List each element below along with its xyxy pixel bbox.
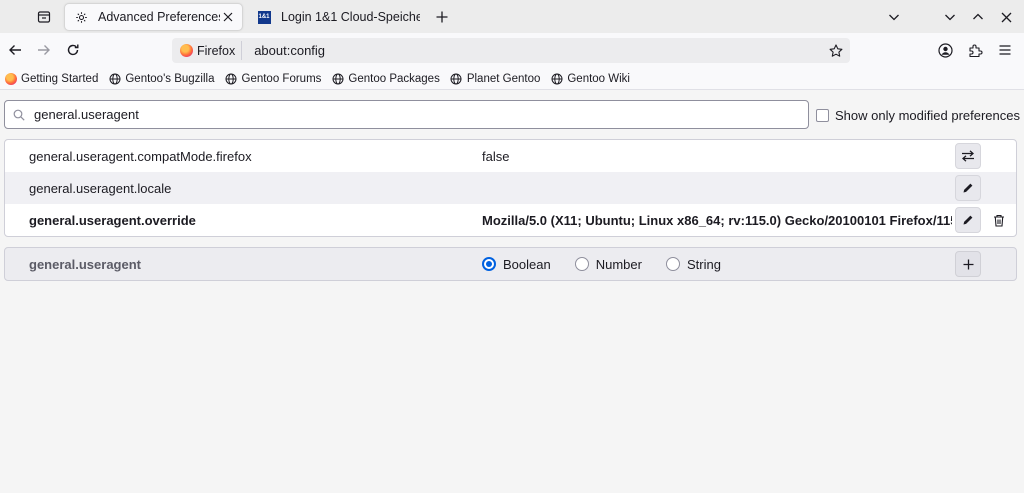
pref-name: general.useragent.compatMode.firefox (29, 148, 252, 164)
bookmark-gentoo-packages[interactable]: Gentoo Packages (331, 69, 440, 89)
tab-strip: Advanced Preferences 1&1 Login 1&1 Cloud… (0, 0, 1024, 33)
add-button[interactable] (955, 251, 981, 277)
bookmarks-toolbar: Getting Started Gentoo's Bugzilla Gentoo… (0, 68, 1024, 90)
tab-advanced-preferences[interactable]: Advanced Preferences (64, 3, 243, 31)
pref-row: general.useragent.locale (5, 172, 1016, 204)
firefox-view-icon (37, 11, 51, 23)
radio-button[interactable] (574, 257, 589, 271)
edit-button[interactable] (955, 175, 981, 201)
forward-arrow-icon (38, 45, 50, 55)
puzzle-icon (968, 44, 982, 57)
minimize-button[interactable] (940, 7, 960, 27)
toggle-icon (962, 150, 974, 162)
globe-icon (225, 72, 238, 85)
maximize-button[interactable] (968, 7, 988, 27)
globe-icon (331, 72, 344, 85)
edit-button[interactable] (955, 207, 981, 233)
radio-button[interactable] (482, 257, 496, 271)
pref-name: general.useragent.override (29, 212, 196, 228)
show-modified-checkbox[interactable] (816, 109, 829, 122)
firefox-icon (4, 72, 17, 85)
forward-button[interactable] (33, 39, 55, 61)
preferences-table: general.useragent.compatMode.firefox fal… (4, 139, 1017, 237)
new-pref-name: general.useragent (29, 256, 141, 272)
minimize-icon (945, 14, 955, 21)
globe-icon (450, 72, 463, 85)
reload-button[interactable] (62, 39, 84, 61)
close-window-button[interactable] (996, 7, 1016, 27)
pref-value[interactable]: Mozilla/5.0 (X11; Ubuntu; Linux x86_64; … (482, 213, 952, 228)
star-icon (829, 43, 843, 57)
account-button[interactable] (934, 39, 956, 61)
pref-value[interactable]: false (482, 149, 952, 164)
firefox-view-button[interactable] (33, 6, 55, 28)
bookmark-star-button[interactable] (826, 41, 846, 61)
extensions-button[interactable] (964, 39, 986, 61)
reset-button[interactable] (988, 209, 1010, 231)
bookmark-planet-gentoo[interactable]: Planet Gentoo (450, 69, 540, 89)
url-text[interactable]: about:config (254, 43, 826, 58)
radio-boolean[interactable]: Boolean (482, 257, 551, 272)
list-all-tabs-button[interactable] (884, 7, 904, 27)
show-modified-label: Show only modified preferences (835, 108, 1020, 123)
pref-name: general.useragent.locale (29, 180, 172, 196)
preference-search-box[interactable] (4, 100, 809, 129)
reload-icon (67, 44, 79, 56)
tab-title: Advanced Preferences (98, 10, 220, 24)
identity-box[interactable]: Firefox (178, 41, 243, 60)
pref-row: general.useragent.override Mozilla/5.0 (… (5, 204, 1016, 236)
bookmark-gentoo-wiki[interactable]: Gentoo Wiki (550, 69, 630, 89)
new-tab-button[interactable] (432, 7, 452, 27)
app-menu-button[interactable] (994, 39, 1016, 61)
url-bar[interactable]: Firefox about:config (172, 38, 850, 63)
globe-icon (550, 72, 563, 85)
new-preference-row: general.useragent Boolean Number String (4, 247, 1017, 281)
bookmark-gentoo-bugzilla[interactable]: Gentoo's Bugzilla (108, 69, 215, 89)
chevron-down-icon (889, 14, 899, 21)
trash-icon (994, 214, 1004, 227)
hamburger-icon (999, 45, 1011, 55)
1and1-icon: 1&1 (256, 9, 272, 25)
plus-icon (436, 11, 448, 23)
radio-number[interactable]: Number (574, 257, 642, 272)
bookmark-gentoo-forums[interactable]: Gentoo Forums (225, 69, 321, 89)
radio-string[interactable]: String (665, 257, 721, 272)
search-input[interactable] (34, 102, 808, 127)
account-icon (937, 42, 953, 58)
plus-icon (963, 259, 973, 269)
bookmark-getting-started[interactable]: Getting Started (4, 69, 98, 89)
firefox-icon (180, 44, 193, 57)
edit-icon (963, 183, 973, 193)
pref-type-radio-group: Boolean Number String (482, 257, 745, 272)
show-modified-toggle[interactable]: Show only modified preferences (816, 108, 1020, 123)
back-button[interactable] (4, 39, 26, 61)
search-icon (12, 108, 26, 122)
globe-icon (108, 72, 121, 85)
close-icon (1001, 12, 1011, 22)
maximize-icon (973, 13, 983, 20)
tab-title: Login 1&1 Cloud-Speicher (281, 10, 420, 24)
toggle-button[interactable] (955, 143, 981, 169)
nav-bar: Firefox about:config (0, 33, 1024, 68)
about-config-page: Show only modified preferences general.u… (0, 91, 1024, 493)
identity-label: Firefox (197, 43, 236, 58)
close-tab-icon[interactable] (220, 9, 236, 25)
gear-icon (73, 9, 89, 25)
tab-login-cloud-speicher[interactable]: 1&1 Login 1&1 Cloud-Speicher (248, 3, 420, 31)
pref-row: general.useragent.compatMode.firefox fal… (5, 140, 1016, 172)
back-arrow-icon (9, 45, 21, 55)
edit-icon (963, 215, 973, 225)
radio-button[interactable] (665, 257, 680, 271)
